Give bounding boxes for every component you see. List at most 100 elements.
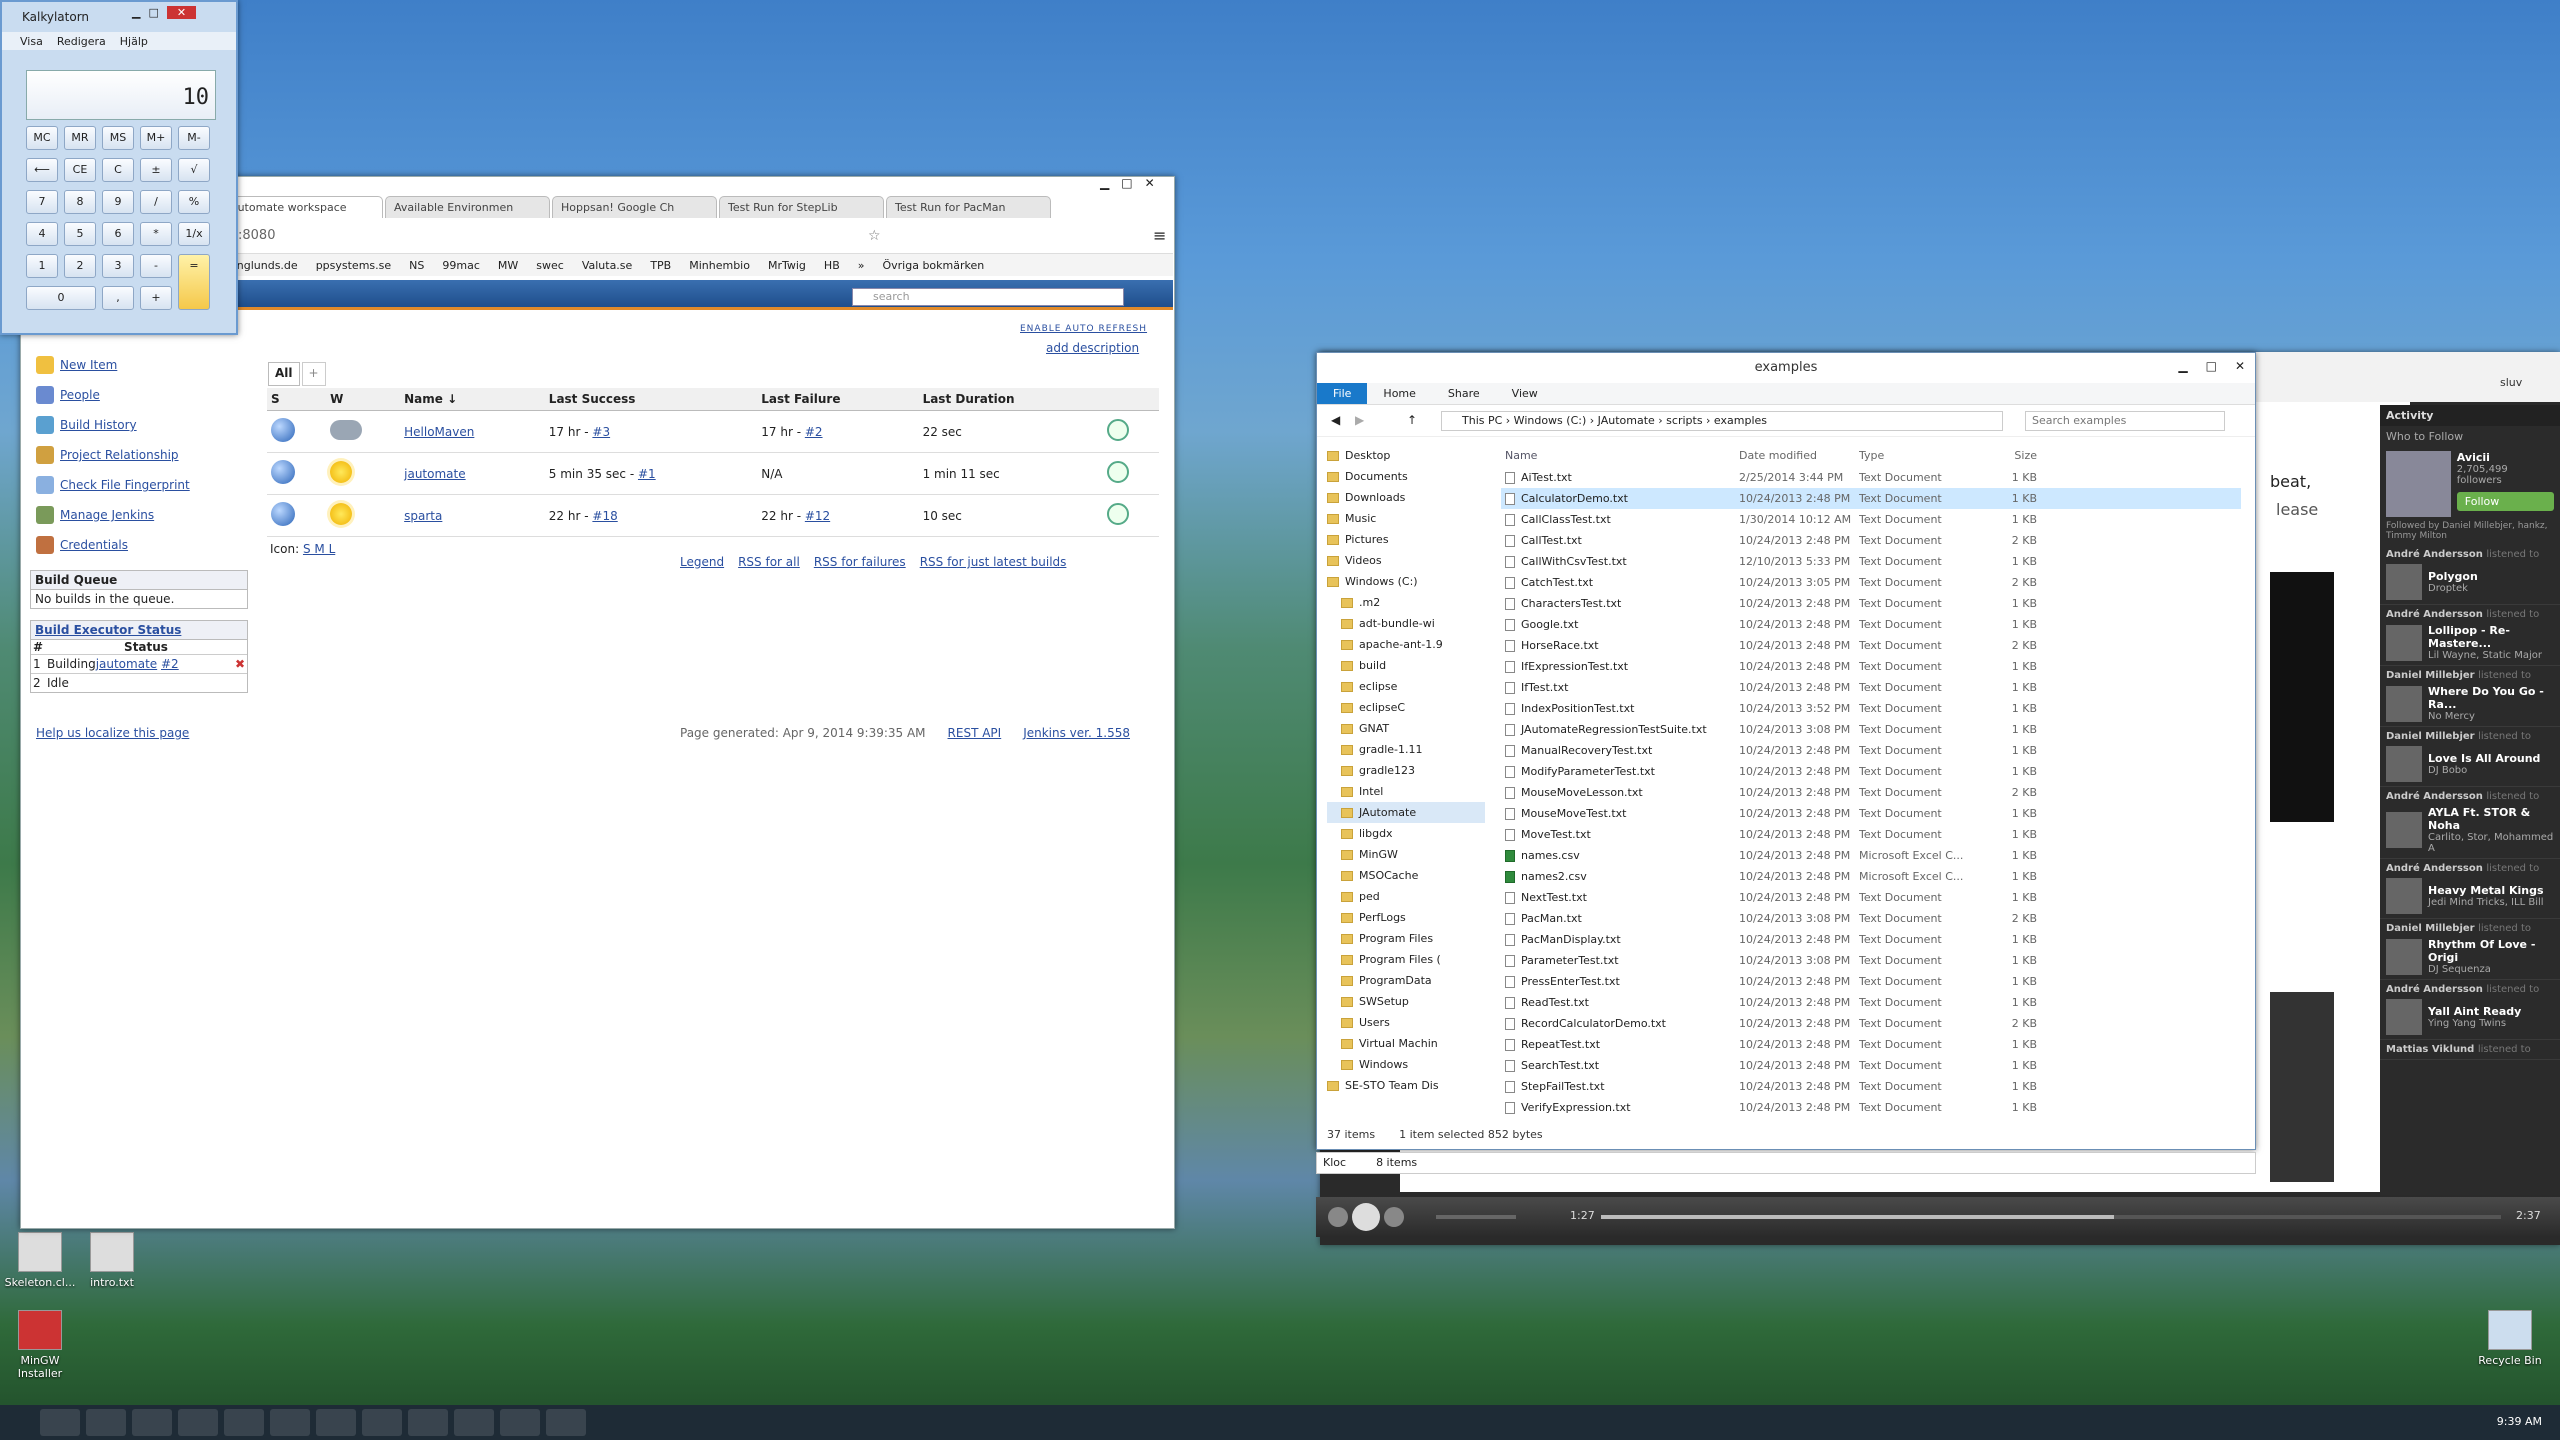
calc-key[interactable]: = [178,254,210,310]
bookmark-item[interactable]: Minhembio [689,259,750,272]
calc-key[interactable]: 8 [64,190,96,214]
taskbar-app-icon[interactable] [362,1409,402,1436]
album-thumb[interactable] [2386,938,2422,975]
activity-item[interactable]: André Andersson listened to AYLA Ft. STOR… [2380,787,2560,859]
schedule-build-icon[interactable] [1107,461,1130,483]
nav-item[interactable]: build [1327,655,1485,676]
nav-item[interactable]: apache-ant-1.9 [1327,634,1485,655]
calc-key[interactable]: + [140,286,172,310]
album-thumb[interactable] [2386,685,2422,722]
tab-add-view[interactable]: + [301,362,326,386]
minimize-icon[interactable]: ▁ [1100,176,1109,196]
file-row[interactable]: CharactersTest.txt 10/24/2013 2:48 PM Text… [1501,593,2241,614]
song-title[interactable]: Lollipop - Re-Mastere... [2428,624,2554,650]
desktop-icon-mingw[interactable]: MinGW Installer [0,1310,80,1380]
close-icon[interactable]: ✕ [1145,176,1155,196]
file-row[interactable]: CallClassTest.txt 1/30/2014 10:12 AM Text … [1501,509,2241,530]
build-link[interactable]: #18 [592,509,617,523]
file-row[interactable]: names.csv 10/24/2013 2:48 PM Microsoft Exc… [1501,845,2241,866]
build-link[interactable]: #1 [638,467,656,481]
sidebar-item[interactable]: Credentials [36,536,128,554]
column-header[interactable]: Last Duration [918,388,1104,411]
song-title[interactable]: Rhythm Of Love - Origi [2428,938,2554,964]
calc-key[interactable]: ± [140,158,172,182]
menu-edit[interactable]: Redigera [57,35,106,48]
file-row[interactable]: MouseMoveTest.txt 10/24/2013 2:48 PM Text … [1501,803,2241,824]
album-thumb[interactable] [2386,999,2422,1035]
maximize-icon[interactable]: □ [1121,176,1132,196]
build-link[interactable]: #3 [592,425,610,439]
calc-key[interactable]: 6 [102,222,134,246]
nav-item[interactable]: Windows (C:) [1327,571,1485,592]
build-link[interactable]: #12 [805,509,830,523]
file-row[interactable]: CalculatorDemo.txt 10/24/2013 2:48 PM Text… [1501,488,2241,509]
file-row[interactable]: ModifyParameterTest.txt 10/24/2013 2:48 P… [1501,761,2241,782]
spotify-username[interactable]: sluv [2500,376,2522,389]
album-thumb[interactable] [2386,878,2422,914]
album-thumb[interactable] [2386,624,2422,661]
nav-item[interactable]: ProgramData [1327,970,1485,991]
column-header[interactable]: W [326,388,401,411]
nav-item[interactable]: SE-STO Team Dis [1327,1075,1485,1096]
calc-key[interactable]: / [140,190,172,214]
back-icon[interactable]: ◀ [1331,413,1340,427]
album-thumb[interactable] [2386,812,2422,848]
nav-item[interactable]: JAutomate [1327,802,1485,823]
calc-key[interactable]: MR [64,126,96,150]
progress-track[interactable] [1601,1215,2501,1219]
song-artist[interactable]: Droptek [2428,583,2478,594]
menu-view[interactable]: Visa [20,35,43,48]
taskbar-app-icon[interactable] [270,1409,310,1436]
column-header[interactable]: Date modified [1739,445,1859,467]
calc-key[interactable]: - [140,254,172,278]
artist-name[interactable]: Avicii [2457,451,2554,464]
calc-key[interactable]: 3 [102,254,134,278]
tab-hoppsan[interactable]: Hoppsan! Google Ch [552,196,717,218]
ribbon-file[interactable]: File [1317,383,1368,404]
calc-key[interactable]: C [102,158,134,182]
rest-api-link[interactable]: REST API [948,726,1002,740]
calc-key[interactable]: 7 [26,190,58,214]
job-link[interactable]: sparta [404,509,442,523]
nav-item[interactable]: MinGW [1327,844,1485,865]
job-link[interactable]: HelloMaven [404,425,474,439]
column-header[interactable]: Name ↓ [400,388,545,411]
tab-steplib[interactable]: Test Run for StepLib [719,196,884,218]
nav-item[interactable]: gradle123 [1327,760,1485,781]
file-row[interactable]: RecordCalculatorDemo.txt 10/24/2013 2:48 … [1501,1013,2241,1034]
file-row[interactable]: NextTest.txt 10/24/2013 2:48 PM Text Docum… [1501,887,2241,908]
rss-failures-link[interactable]: RSS for failures [814,555,906,569]
desktop-icon-skeleton[interactable]: Skeleton.cl... [0,1232,80,1289]
file-row[interactable]: CatchTest.txt 10/24/2013 3:05 PM Text Docu… [1501,572,2241,593]
calc-key[interactable]: , [102,286,134,310]
column-header[interactable]: S [267,388,327,411]
file-row[interactable]: VerifyExpression.txt 10/24/2013 2:48 PM Te… [1501,1097,2241,1118]
song-title[interactable]: Heavy Metal Kings [2428,884,2544,897]
activity-item[interactable]: André Andersson listened to Heavy Metal K… [2380,859,2560,919]
file-row[interactable]: ReadTest.txt 10/24/2013 2:48 PM Text Docum… [1501,992,2241,1013]
file-row[interactable]: IfTest.txt 10/24/2013 2:48 PM Text Documen… [1501,677,2241,698]
nav-item[interactable]: Intel [1327,781,1485,802]
schedule-build-icon[interactable] [1107,503,1130,525]
nav-item[interactable]: adt-bundle-wi [1327,613,1485,634]
file-row[interactable]: IfExpressionTest.txt 10/24/2013 2:48 PM Te… [1501,656,2241,677]
song-artist[interactable]: Lil Wayne, Static Major [2428,650,2554,661]
bookmark-item[interactable]: ppsystems.se [316,259,391,272]
song-title[interactable]: AYLA Ft. STOR & Noha [2428,806,2554,832]
next-icon[interactable] [1384,1207,1404,1227]
file-row[interactable]: ParameterTest.txt 10/24/2013 3:08 PM Text … [1501,950,2241,971]
taskbar-clock[interactable]: 9:39 AM [2497,1415,2542,1428]
bookmark-item[interactable]: Övriga bokmärken [882,259,984,272]
sidebar-item[interactable]: Project Relationship [36,446,179,464]
calc-key[interactable]: 1/x [178,222,210,246]
activity-item[interactable]: André Andersson listened to Yall Aint Rea… [2380,980,2560,1040]
minimize-icon[interactable]: ▁ [132,6,140,19]
column-header[interactable]: Type [1859,445,1977,467]
album-art[interactable] [2270,572,2334,822]
nav-item[interactable]: libgdx [1327,823,1485,844]
calc-key[interactable]: 1 [26,254,58,278]
taskbar-app-icon[interactable] [500,1409,540,1436]
song-artist[interactable]: No Mercy [2428,711,2554,722]
column-header[interactable]: Last Success [544,388,758,411]
song-artist[interactable]: DJ Sequenza [2428,964,2554,975]
